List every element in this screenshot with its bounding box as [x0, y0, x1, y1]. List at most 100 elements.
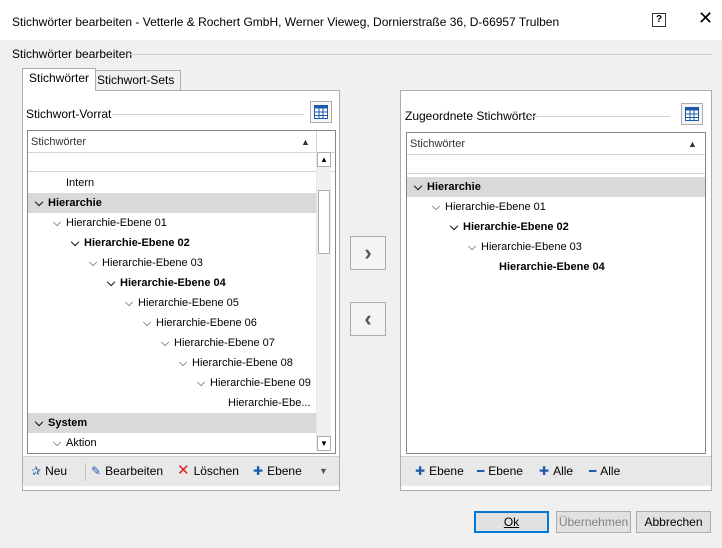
right-column-header[interactable]: Stichwörter ▲	[407, 133, 705, 155]
tree-row[interactable]: ⌵ Aktion	[28, 433, 316, 453]
plus-icon: ✚	[539, 464, 550, 478]
section-divider	[130, 54, 712, 55]
assigned-keywords-title-divider	[528, 116, 670, 117]
chevron-down-icon[interactable]: ⌵	[427, 197, 445, 217]
edit-button-label: Bearbeiten	[105, 464, 164, 478]
expand-all-button[interactable]: ✚ Alle	[539, 463, 573, 479]
tree-row[interactable]: ⌵ Hierarchie-Ebene 04	[28, 273, 316, 293]
right-filter-row[interactable]	[407, 155, 705, 174]
unassign-left-button[interactable]: ‹	[350, 302, 386, 336]
tree-row-label: Hierarchie-Ebene 08	[192, 357, 293, 369]
tree-row-label: Hierarchie-Ebene 01	[66, 217, 167, 229]
scrollbar-thumb[interactable]	[318, 190, 330, 254]
chevron-down-icon[interactable]: ⌵	[102, 273, 120, 293]
new-button[interactable]: ✰ Neu	[31, 463, 67, 479]
chevron-right-icon: ›	[364, 240, 372, 265]
chevron-down-icon[interactable]: ⌵	[174, 353, 192, 373]
chevron-down-icon[interactable]: ⌵	[138, 313, 156, 333]
sort-ascending-icon: ▲	[688, 139, 697, 149]
right-column-chooser-button[interactable]	[681, 103, 703, 125]
tree-row[interactable]: ⌵ Hierarchie-Ebene 06	[28, 313, 316, 333]
add-level-button[interactable]: ✚ Ebene	[253, 463, 302, 479]
delete-button[interactable]: ✕ Löschen	[177, 463, 239, 479]
tree-row[interactable]: ⌵ Hierarchie-Ebene 08	[28, 353, 316, 373]
close-icon[interactable]: ✕	[698, 9, 713, 27]
tree-row[interactable]: ⌵ Hierarchie-Ebene 01	[407, 197, 705, 217]
new-keyword-icon: ✰	[31, 464, 42, 478]
keyword-pool-tree[interactable]: Stichwörter ▲ Intern ⌵ Hierarchie ⌵ Hierarch…	[27, 130, 336, 454]
cancel-button[interactable]: Abbrechen	[636, 511, 711, 533]
tree-row-label: Hierarchie-Ebene 09	[210, 377, 311, 389]
chevron-down-icon[interactable]: ⌵	[84, 253, 102, 273]
left-filter-row[interactable]	[28, 153, 335, 172]
chevron-down-icon[interactable]: ⌵	[48, 433, 66, 453]
chevron-down-icon[interactable]: ⌵	[30, 413, 48, 433]
chevron-down-icon[interactable]: ⌵	[120, 293, 138, 313]
minus-icon: ━	[477, 464, 485, 478]
cancel-button-label: Abbrechen	[644, 515, 703, 529]
scroll-up-icon[interactable]: ▲	[317, 152, 331, 167]
keyword-pool-title-divider	[112, 114, 304, 115]
left-column-header-label: Stichwörter	[31, 136, 87, 148]
chevron-down-icon[interactable]: ⌵	[156, 333, 174, 353]
chevron-down-icon[interactable]: ⌵	[463, 237, 481, 257]
tree-row[interactable]: ⌵ Hierarchie-Ebene 02	[407, 217, 705, 237]
tree-row[interactable]: ⌵ System	[28, 413, 316, 433]
collapse-all-label: Alle	[600, 464, 621, 478]
assign-right-button[interactable]: ›	[350, 236, 386, 270]
apply-button[interactable]: Übernehmen	[556, 511, 631, 533]
chevron-down-icon[interactable]: ⌵	[445, 217, 463, 237]
toolbar-separator	[85, 463, 86, 481]
tree-row[interactable]: ⌵ Hierarchie	[28, 193, 316, 213]
tree-row[interactable]: Hierarchie-Ebe...	[28, 393, 316, 413]
tree-row-label: System	[48, 417, 88, 429]
tree-row[interactable]: ⌵ Hierarchie-Ebene 02	[28, 233, 316, 253]
table-grid-icon	[314, 105, 328, 119]
scroll-down-icon[interactable]: ▼	[317, 436, 331, 451]
tree-row[interactable]: ⌵ Hierarchie-Ebene 03	[28, 253, 316, 273]
left-column-chooser-button[interactable]	[310, 101, 332, 123]
apply-button-label: Übernehmen	[558, 515, 629, 529]
left-toolbar: ✰ Neu ✎ Bearbeiten ✕ Löschen ✚ Ebene ▼	[23, 456, 339, 486]
chevron-down-icon[interactable]: ⌵	[66, 233, 84, 253]
tree-row-label: Hierarchie	[48, 197, 102, 209]
tab-stichwoerter[interactable]: Stichwörter	[22, 68, 97, 91]
tree-row-label: Hierarchie-Ebene 04	[499, 261, 605, 273]
section-label: Stichwörter bearbeiten	[12, 47, 133, 61]
delete-x-icon: ✕	[177, 462, 190, 479]
tree-row-label: Hierarchie-Ebene 04	[120, 277, 226, 289]
tree-row[interactable]: Intern	[28, 173, 316, 193]
tree-row[interactable]: ⌵ Hierarchie-Ebene 03	[407, 237, 705, 257]
chevron-down-icon[interactable]: ⌵	[48, 213, 66, 233]
edit-button[interactable]: ✎ Bearbeiten	[91, 463, 163, 479]
tree-row[interactable]: ⌵ Hierarchie	[407, 177, 705, 197]
tree-row[interactable]: ⌵ Hierarchie-Ebene 01	[28, 213, 316, 233]
table-grid-icon	[685, 107, 699, 121]
chevron-down-icon[interactable]: ⌵	[409, 177, 427, 197]
tree-row-label: Hierarchie-Ebene 06	[156, 317, 257, 329]
tree-row[interactable]: ⌵ Hierarchie-Ebene 09	[28, 373, 316, 393]
help-icon[interactable]: ?	[652, 13, 666, 27]
tree-row-label: Hierarchie-Ebene 02	[84, 237, 190, 249]
add-level-button-label: Ebene	[267, 464, 302, 478]
tree-row-label: Hierarchie-Ebene 07	[174, 337, 275, 349]
tree-row-label: Hierarchie-Ebene 03	[481, 241, 582, 253]
plus-icon: ✚	[253, 464, 264, 478]
chevron-left-icon: ‹	[364, 306, 372, 331]
column-divider	[316, 131, 317, 153]
chevron-down-icon[interactable]: ⌵	[192, 373, 210, 393]
collapse-level-button[interactable]: ━ Ebene	[477, 463, 523, 479]
tree-row[interactable]: Hierarchie-Ebene 04	[407, 257, 705, 277]
tab-stichwort-sets[interactable]: Stichwort-Sets	[90, 70, 182, 91]
collapse-all-button[interactable]: ━ Alle	[589, 463, 620, 479]
tree-row[interactable]: ⌵ Hierarchie-Ebene 05	[28, 293, 316, 313]
ok-button[interactable]: Ok	[474, 511, 549, 533]
chevron-down-icon[interactable]: ⌵	[30, 193, 48, 213]
tree-row[interactable]: ⌵ Hierarchie-Ebene 07	[28, 333, 316, 353]
delete-button-label: Löschen	[193, 464, 239, 478]
assigned-keywords-tree[interactable]: Stichwörter ▲ ⌵ Hierarchie ⌵ Hierarchie-Ebe…	[406, 132, 706, 454]
tree-row-label: Hierarchie-Ebe...	[228, 397, 311, 409]
toolbar-overflow-dropdown-icon[interactable]: ▼	[319, 463, 328, 479]
left-column-header[interactable]: Stichwörter ▲	[28, 131, 335, 153]
expand-level-button[interactable]: ✚ Ebene	[415, 463, 464, 479]
